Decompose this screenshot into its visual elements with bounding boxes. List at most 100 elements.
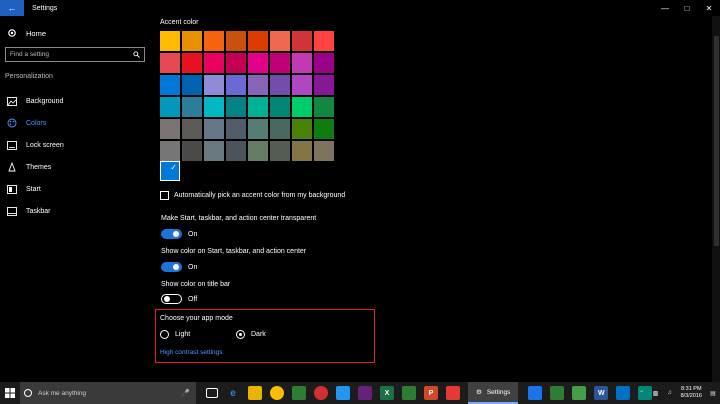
app-icon-green-2[interactable]	[402, 386, 416, 400]
microphone-icon[interactable]: 🎤	[181, 389, 190, 397]
accent-swatch[interactable]	[292, 141, 312, 161]
volume-icon[interactable]: ♫	[665, 388, 675, 398]
accent-swatch[interactable]	[182, 119, 202, 139]
accent-swatch[interactable]	[270, 75, 290, 95]
app-mode-light-option[interactable]: Light	[160, 330, 190, 339]
accent-swatch[interactable]	[204, 53, 224, 73]
search-input[interactable]: Find a setting	[5, 47, 145, 62]
accent-swatch[interactable]	[248, 75, 268, 95]
accent-swatch[interactable]	[292, 31, 312, 51]
accent-swatch[interactable]	[182, 75, 202, 95]
cortana-search-box[interactable]: Ask me anything 🎤	[20, 382, 196, 404]
powerpoint-icon[interactable]: P	[424, 386, 438, 400]
sidebar-item-colors[interactable]: Colors	[7, 118, 46, 128]
minimize-button[interactable]: —	[654, 0, 676, 16]
accent-swatch[interactable]	[314, 53, 334, 73]
sidebar-item-lock-screen[interactable]: Lock screen	[7, 140, 64, 150]
accent-swatch[interactable]	[160, 141, 180, 161]
accent-swatch[interactable]	[248, 141, 268, 161]
sidebar-item-taskbar[interactable]: Taskbar	[7, 206, 51, 216]
accent-swatch[interactable]	[270, 141, 290, 161]
transparent-toggle[interactable]	[161, 229, 182, 239]
transparent-toggle-row[interactable]: On	[161, 229, 197, 239]
accent-swatch[interactable]	[292, 119, 312, 139]
accent-swatch[interactable]	[226, 119, 246, 139]
nav-home[interactable]: Home	[7, 28, 46, 38]
show-color-title-toggle-row[interactable]: Off	[161, 294, 197, 304]
show-color-start-toggle-row[interactable]: On	[161, 262, 197, 272]
file-explorer-icon[interactable]	[248, 386, 262, 400]
accent-swatch[interactable]	[248, 31, 268, 51]
accent-swatch[interactable]	[182, 97, 202, 117]
accent-swatch[interactable]	[182, 141, 202, 161]
accent-swatch[interactable]	[248, 119, 268, 139]
accent-swatch[interactable]	[204, 75, 224, 95]
app-mode-dark-option[interactable]: Dark	[236, 330, 266, 339]
sidebar-item-start[interactable]: Start	[7, 184, 41, 194]
accent-swatch[interactable]	[314, 31, 334, 51]
accent-swatch[interactable]	[270, 97, 290, 117]
accent-swatch[interactable]	[270, 31, 290, 51]
accent-swatch[interactable]	[160, 53, 180, 73]
app-icon-green-4[interactable]	[572, 386, 587, 400]
app-icon-green[interactable]	[292, 386, 306, 400]
clock[interactable]: 8:31 PM 8/3/2016	[681, 386, 702, 400]
accent-swatch[interactable]	[248, 53, 268, 73]
accent-swatch[interactable]	[314, 141, 334, 161]
auto-pick-accent-row[interactable]: Automatically pick an accent color from …	[160, 191, 345, 200]
accent-swatch[interactable]	[182, 53, 202, 73]
dark-radio[interactable]	[236, 330, 245, 339]
accent-swatch[interactable]	[292, 53, 312, 73]
acrobat-icon[interactable]	[446, 386, 460, 400]
back-button[interactable]: ←	[0, 0, 24, 16]
app-icon-blue-3[interactable]	[616, 386, 631, 400]
accent-swatch[interactable]	[270, 53, 290, 73]
accent-swatch[interactable]	[226, 53, 246, 73]
word-icon[interactable]: W	[594, 386, 609, 400]
accent-swatch[interactable]	[226, 97, 246, 117]
accent-swatch[interactable]	[160, 75, 180, 95]
taskbar-settings-app[interactable]: ⚙ Settings	[468, 382, 519, 404]
accent-swatch[interactable]	[160, 97, 180, 117]
accent-swatch[interactable]	[204, 97, 224, 117]
show-color-start-toggle[interactable]	[161, 262, 182, 272]
auto-pick-checkbox[interactable]	[160, 191, 169, 200]
scroll-thumb[interactable]	[714, 36, 719, 246]
light-radio[interactable]	[160, 330, 169, 339]
show-color-title-toggle[interactable]	[161, 294, 182, 304]
sidebar-item-themes[interactable]: Themes	[7, 162, 51, 172]
app-icon-blue-2[interactable]	[528, 386, 543, 400]
accent-swatch[interactable]	[314, 75, 334, 95]
network-icon[interactable]: ▩	[651, 388, 661, 398]
accent-swatch[interactable]	[160, 119, 180, 139]
app-icon-green-3[interactable]	[550, 386, 565, 400]
chevron-up-icon[interactable]: ⌃	[637, 388, 647, 398]
task-view-icon[interactable]	[206, 388, 218, 398]
start-button[interactable]	[0, 382, 20, 404]
app-icon-red[interactable]	[314, 386, 328, 400]
accent-swatch[interactable]	[204, 141, 224, 161]
accent-swatch[interactable]	[226, 31, 246, 51]
maximize-button[interactable]: □	[676, 0, 698, 16]
sidebar-item-background[interactable]: Background	[7, 96, 63, 106]
accent-swatch[interactable]	[182, 31, 202, 51]
accent-swatch[interactable]	[226, 141, 246, 161]
excel-icon[interactable]: X	[380, 386, 394, 400]
edge-icon[interactable]: e	[226, 386, 240, 400]
close-button[interactable]: ✕	[698, 0, 720, 16]
chrome-icon[interactable]	[270, 386, 284, 400]
scrollbar[interactable]	[712, 16, 720, 382]
accent-swatch[interactable]	[292, 97, 312, 117]
high-contrast-link[interactable]: High contrast settings	[160, 349, 223, 356]
accent-swatch[interactable]	[314, 97, 334, 117]
accent-swatch[interactable]	[270, 119, 290, 139]
accent-swatch[interactable]	[204, 119, 224, 139]
notifications-icon[interactable]: ▤	[708, 388, 718, 398]
app-icon-blue[interactable]	[336, 386, 350, 400]
accent-swatch[interactable]	[292, 75, 312, 95]
accent-swatch[interactable]	[248, 97, 268, 117]
accent-swatch[interactable]	[204, 31, 224, 51]
accent-swatch[interactable]	[160, 31, 180, 51]
visual-studio-icon[interactable]	[358, 386, 372, 400]
accent-swatch[interactable]	[226, 75, 246, 95]
